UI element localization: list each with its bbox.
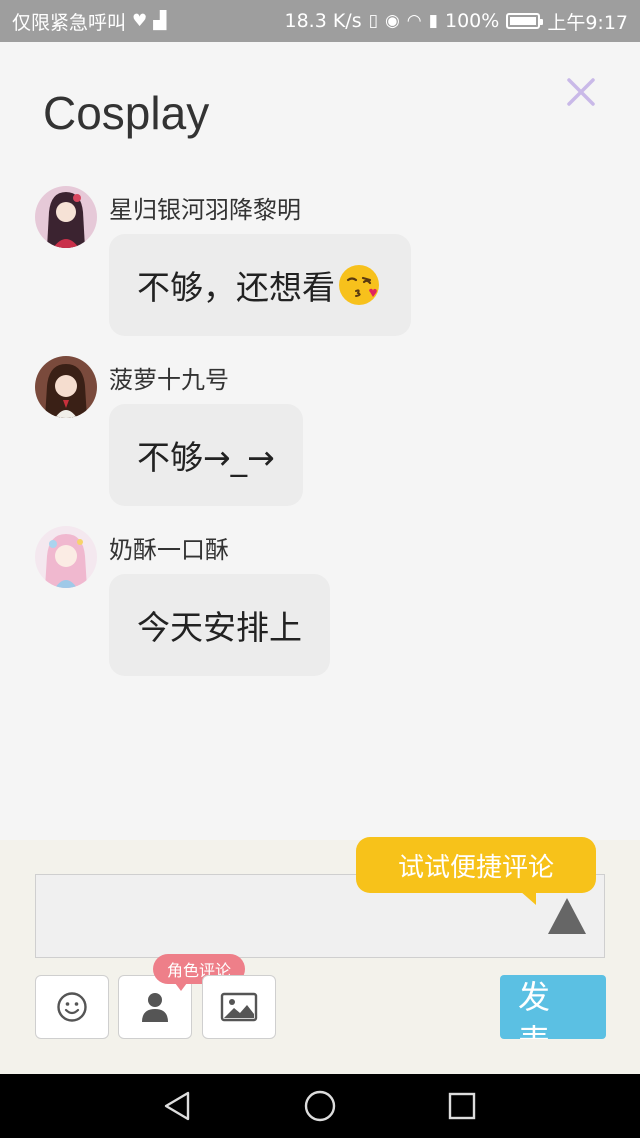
- home-button[interactable]: [302, 1088, 338, 1124]
- status-emergency-text: 仅限紧急呼叫: [12, 11, 127, 34]
- expand-arrow-button[interactable]: [546, 894, 588, 938]
- close-button[interactable]: [563, 74, 599, 110]
- person-icon: [142, 993, 168, 1022]
- clock: 上午9:17: [547, 11, 628, 34]
- home-icon: [304, 1090, 336, 1122]
- wifi-icon: ◠: [406, 10, 422, 31]
- comment-text: 今天安排上: [137, 608, 302, 647]
- avatar[interactable]: [35, 526, 97, 588]
- triangle-up-icon: [548, 898, 586, 934]
- battery-fill: [510, 17, 537, 25]
- system-nav-bar: [0, 1074, 640, 1138]
- image-button[interactable]: [202, 975, 276, 1039]
- health-heart-icon: ♥: [132, 10, 148, 31]
- recents-icon: [448, 1092, 476, 1120]
- quick-comment-tooltip[interactable]: 试试便捷评论: [356, 837, 596, 905]
- comment-composer: 试试便捷评论 角色评论 发表: [0, 837, 640, 1074]
- comment-text: 不够→_→: [137, 438, 275, 477]
- kissing-heart-emoji-icon: [337, 262, 383, 308]
- eye-icon: ◉: [384, 10, 400, 31]
- emoji-button[interactable]: [35, 975, 109, 1039]
- battery-percent: 100%: [445, 10, 500, 32]
- comment-text: 不够，还想看: [137, 268, 335, 307]
- vibrate-icon: ▯: [368, 10, 378, 31]
- back-button[interactable]: [160, 1088, 196, 1124]
- comment-username: 星归银河羽降黎明: [109, 196, 301, 224]
- activity-icon: ▟: [153, 10, 167, 31]
- battery-icon: [506, 13, 544, 29]
- comments-panel: Cosplay 星归银河羽降黎明 不够，还想看 菠萝十九号 不够→_→ 奶酥一口…: [0, 42, 640, 840]
- send-label: 发表: [518, 978, 551, 1039]
- send-button[interactable]: 发表: [500, 975, 606, 1039]
- network-speed: 18.3 K/s: [284, 10, 362, 32]
- recents-button[interactable]: [444, 1088, 480, 1124]
- image-icon: [220, 992, 258, 1022]
- close-icon: [567, 78, 595, 106]
- page-title: Cosplay: [43, 87, 210, 139]
- sim-alert-icon: ▮: [428, 10, 438, 31]
- comment-bubble: 不够，还想看: [109, 234, 411, 336]
- comment-bubble: 不够→_→: [109, 404, 303, 506]
- status-bar: 仅限紧急呼叫 ♥ ▟ 18.3 K/s ▯ ◉ ◠ ▮ 100% 上午9:17: [0, 0, 640, 42]
- avatar[interactable]: [35, 356, 97, 418]
- comment-username: 菠萝十九号: [109, 366, 229, 394]
- comment-username: 奶酥一口酥: [109, 536, 229, 564]
- avatar[interactable]: [35, 186, 97, 248]
- smiley-icon: [57, 992, 87, 1022]
- comment-bubble: 今天安排上: [109, 574, 330, 676]
- back-icon: [164, 1091, 190, 1121]
